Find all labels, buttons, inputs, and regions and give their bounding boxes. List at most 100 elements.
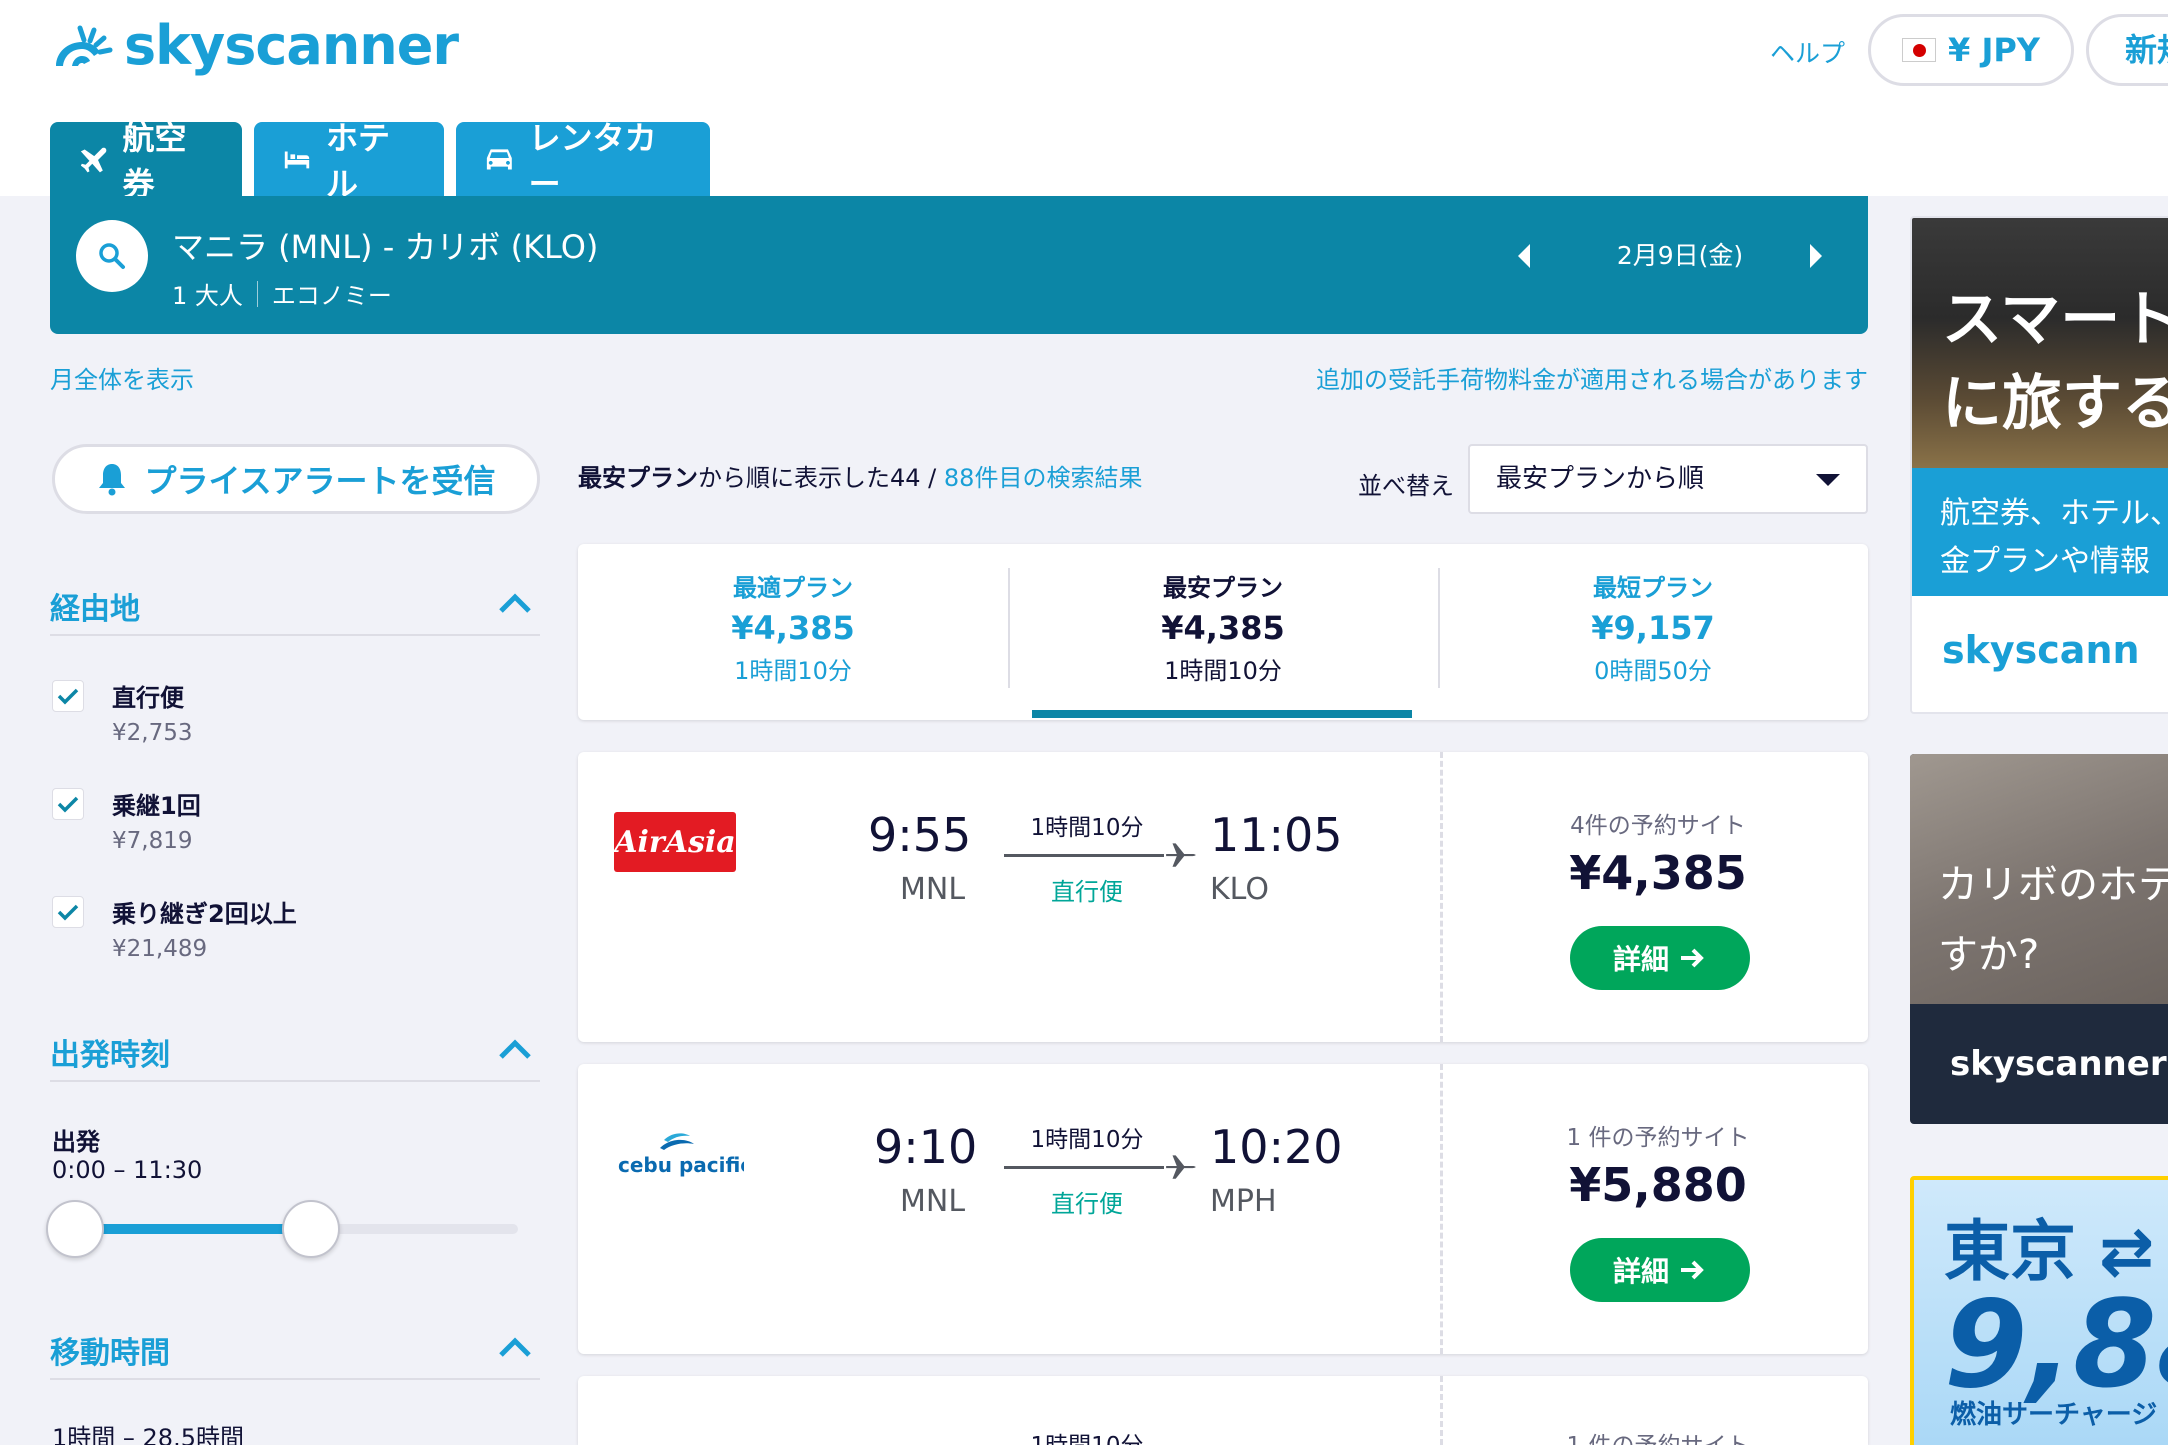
tab-car-rental[interactable]: レンタカー (456, 119, 710, 203)
flight-result-card[interactable]: cebu pacific 9:10 MNL 1時間10分 直行便 10:20 M… (578, 1064, 1868, 1354)
sort-dropdown[interactable]: 最安プランから順 (1468, 444, 1868, 514)
stop-option-label: 乗り継ぎ2回以上 (112, 900, 297, 928)
details-button[interactable]: 詳細 (1570, 1238, 1750, 1302)
summary-duration: 1時間10分 (734, 657, 852, 685)
tab-hotels[interactable]: ホテル (254, 119, 444, 203)
tab-best[interactable]: 最適プラン ¥4,385 1時間10分 (578, 568, 1008, 686)
flight-result-card[interactable]: 1時間10分 1 件の予約サイト (578, 1376, 1868, 1445)
tab-label: ホテル (326, 119, 391, 203)
departure-time: 9:55 (868, 808, 972, 862)
results-sort-name: 最安プラン (578, 464, 698, 492)
route-line (1004, 1166, 1164, 1169)
booking-sites-count: 1 件の予約サイト (1478, 1426, 1838, 1445)
tab-label: レンタカー (528, 119, 657, 203)
route-line (1004, 854, 1164, 857)
checkbox[interactable] (52, 680, 84, 712)
arrow-right-icon (1681, 948, 1704, 968)
chevron-up-icon[interactable] (498, 592, 532, 614)
ticket-perforation (1440, 1376, 1443, 1445)
stop-option-price: ¥2,753 (112, 720, 193, 746)
departure-slider-min-handle[interactable] (46, 1200, 104, 1258)
hotel-ad-banner[interactable]: カリボのホテ すか? skyscanner (1910, 754, 2168, 1124)
fare-ad-banner[interactable]: 東京 ⇄ 9,88 燃油サーチャージ (1910, 1176, 2168, 1445)
duration-range: 1時間 – 28.5時間 (52, 1424, 244, 1445)
ad-note: 燃油サーチャージ (1950, 1400, 2158, 1430)
airline-name: AirAsia (614, 825, 736, 860)
flight-duration: 1時間10分 (1030, 815, 1144, 841)
departure-filter-header[interactable]: 出発時刻 (50, 1018, 540, 1082)
skyscanner-logo: skyscanner (1950, 1044, 2167, 1084)
skyscanner-ad-banner[interactable]: スマート に旅する 航空券、ホテル、 金プランや情報 skyscann (1910, 216, 2168, 714)
summary-price: ¥9,157 (1591, 609, 1715, 647)
selected-date: 2月9日(金) (1616, 241, 1744, 270)
arrival-airport: MPH (1210, 1184, 1277, 1219)
check-icon (57, 904, 79, 921)
arrival-time: 11:05 (1210, 808, 1343, 862)
tab-fastest[interactable]: 最短プラン ¥9,157 0時間50分 (1438, 568, 1868, 686)
checkbox[interactable] (52, 896, 84, 928)
baggage-fee-link[interactable]: 追加の受託手荷物料金が適用される場合があります (1316, 360, 1868, 395)
search-button[interactable] (76, 220, 148, 292)
flight-result-card[interactable]: AirAsia 9:55 MNL 1時間10分 直行便 11:05 KLO 4件… (578, 752, 1868, 1042)
signup-button[interactable]: 新規 (2086, 14, 2168, 86)
details-label: 詳細 (1612, 1255, 1669, 1288)
plane-icon (1166, 1155, 1196, 1179)
ad-band-text: 航空券、ホテル、 金プランや情報 (1940, 490, 2168, 586)
ad-headline-line: スマート (1942, 285, 2168, 355)
price-alert-button[interactable]: プライスアラートを受信 (52, 444, 540, 514)
tab-cheapest[interactable]: 最安プラン ¥4,385 1時間10分 (1008, 568, 1438, 686)
tab-flights[interactable]: 航空券 (50, 119, 242, 203)
duration-filter-header[interactable]: 移動時間 (50, 1316, 540, 1380)
skyscanner-cloud-icon (56, 25, 113, 66)
search-summary-bar[interactable]: マニラ (MNL) - カリボ (KLO) 1 大人 エコノミー 2月9日(金) (50, 196, 1868, 334)
checkbox[interactable] (52, 788, 84, 820)
departure-airport: MNL (900, 1184, 966, 1219)
next-date-button[interactable] (1796, 236, 1836, 276)
booking-sites-count: 1 件の予約サイト (1566, 1125, 1750, 1151)
nonstop-label: 直行便 (1051, 1190, 1123, 1218)
stops-filter-header[interactable]: 経由地 (50, 572, 540, 636)
ad-headline: スマート に旅する (1942, 278, 2168, 446)
skyscanner-logo: skyscann (1942, 628, 2140, 672)
bed-icon (284, 151, 310, 169)
japan-flag-icon (1902, 38, 1937, 62)
price-alert-label: プライスアラートを受信 (144, 462, 496, 500)
results-count: 最安プランから順に表示した44 / 88件目の検索結果 (578, 458, 1142, 493)
summary-price: ¥4,385 (731, 609, 855, 647)
results-count-text: から順に表示した44 / (698, 464, 937, 492)
arrow-right-icon (1681, 1260, 1704, 1280)
currency-button[interactable]: ¥ JPY (1868, 14, 2074, 86)
airline-name: cebu pacific (618, 1153, 744, 1177)
car-icon (486, 149, 512, 170)
stop-option-label: 直行便 (112, 684, 184, 712)
ad-headline: カリボのホテ すか? (1938, 850, 2168, 990)
sort-value: 最安プランから順 (1496, 464, 1705, 494)
nonstop-label: 直行便 (1051, 878, 1123, 906)
results-total-link[interactable]: 88件目の検索結果 (944, 464, 1143, 492)
flight-price: ¥5,880 (1569, 1158, 1747, 1212)
ad-band-line: 金プランや情報 (1940, 544, 2150, 579)
details-label: 詳細 (1612, 943, 1669, 976)
currency-label: ¥ JPY (1948, 31, 2040, 69)
ticket-perforation (1440, 1064, 1443, 1354)
chevron-up-icon[interactable] (498, 1336, 532, 1358)
passenger-count: 1 大人 (172, 282, 243, 310)
duration-filter-title: 移動時間 (50, 1336, 170, 1371)
ad-headline-line: に旅する (1942, 369, 2168, 439)
plane-icon (1166, 843, 1196, 867)
cebu-pacific-logo: cebu pacific (614, 1124, 752, 1188)
help-link[interactable]: ヘルプ (1770, 34, 1845, 70)
details-button[interactable]: 詳細 (1570, 926, 1750, 990)
divider (256, 280, 258, 307)
departure-slider-max-handle[interactable] (282, 1200, 340, 1258)
view-whole-month-link[interactable]: 月全体を表示 (50, 360, 194, 395)
chevron-up-icon[interactable] (498, 1038, 532, 1060)
stops-filter-title: 経由地 (50, 592, 140, 627)
summary-title: 最安プラン (1163, 574, 1283, 602)
active-tab-indicator (1032, 710, 1412, 718)
summary-duration: 0時間50分 (1594, 657, 1712, 685)
caret-down-icon (1816, 474, 1840, 486)
ad-headline-line: カリボのホテ (1938, 862, 2168, 908)
previous-date-button[interactable] (1504, 236, 1544, 276)
skyscanner-logo[interactable]: skyscanner (50, 14, 459, 77)
